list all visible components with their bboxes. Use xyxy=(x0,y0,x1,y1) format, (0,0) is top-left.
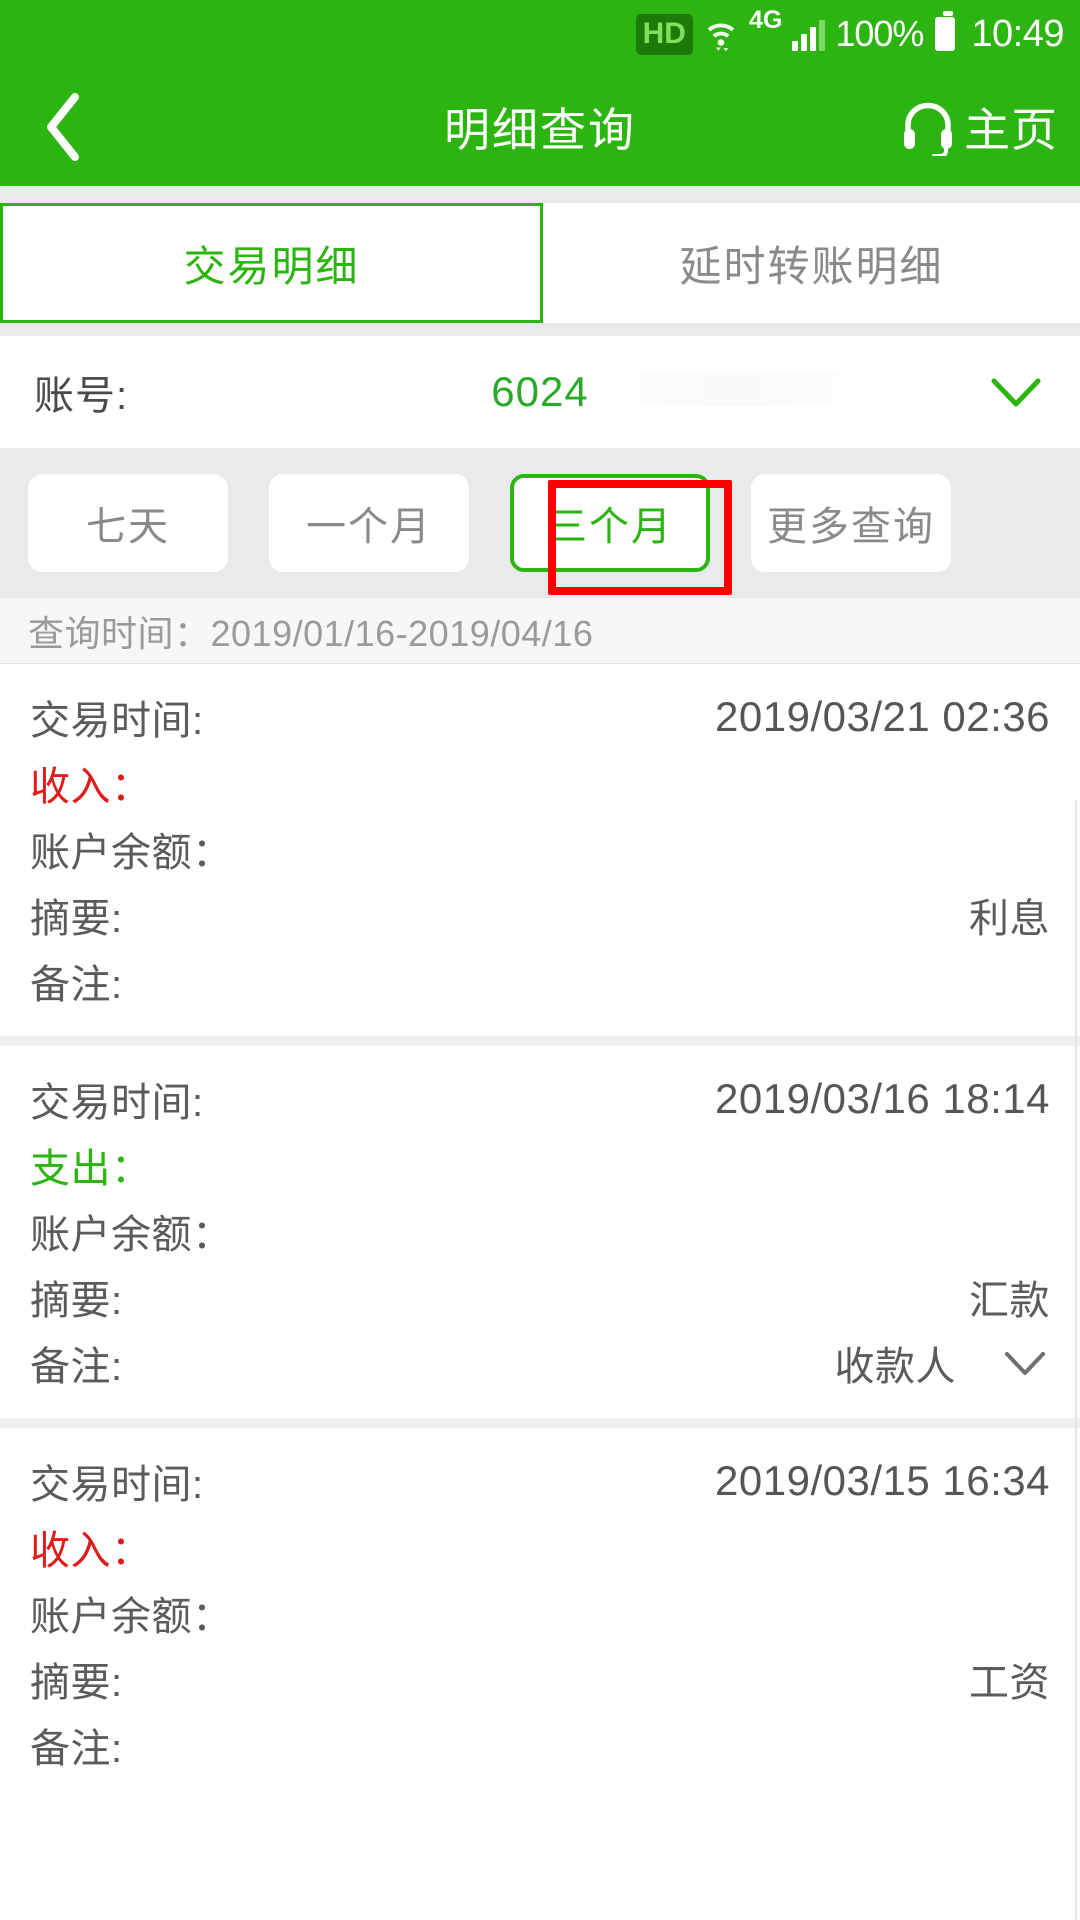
battery-icon xyxy=(935,11,956,51)
filter-button-more-query[interactable]: 更多查询 xyxy=(751,474,951,572)
transaction-time-value: 2019/03/16 18:14 xyxy=(715,1075,1050,1122)
transaction-summary-value: 汇款 xyxy=(969,1279,1050,1323)
transaction-time-row: 交易时间: 2019/03/16 18:14 xyxy=(30,1066,1050,1132)
transaction-note-expand[interactable]: 收款人 xyxy=(835,1334,1051,1392)
battery-percent-label: 100% xyxy=(835,13,924,54)
transaction-summary-value: 利息 xyxy=(969,897,1050,941)
back-chevron-icon xyxy=(47,93,79,161)
transaction-balance-row: 账户余额： xyxy=(30,816,1050,882)
tab-bar: 交易明细 延时转账明细 xyxy=(0,186,1080,336)
status-bar: HD 4G 100% 10:49 xyxy=(0,0,1080,68)
network-type-label: 4G xyxy=(748,6,783,34)
transaction-balance-row: 账户余额： xyxy=(30,1580,1050,1646)
transaction-time-row: 交易时间: 2019/03/15 16:34 xyxy=(30,1448,1050,1514)
app-header: 明细查询 主页 xyxy=(0,68,1080,186)
transaction-time-value: 2019/03/15 16:34 xyxy=(715,1457,1050,1504)
table-row[interactable]: 交易时间: 2019/03/16 18:14 支出： 账户余额： 摘要: 汇款 … xyxy=(0,1046,1080,1428)
back-button[interactable] xyxy=(0,68,130,186)
transaction-time-label: 交易时间: xyxy=(30,699,204,743)
table-row[interactable]: 交易时间: 2019/03/21 02:36 收入： 账户余额： 摘要: 利息 … xyxy=(0,664,1080,1046)
query-period-label: 查询时间：2019/01/16-2019/04/16 xyxy=(0,598,1080,664)
filter-button-seven-days[interactable]: 七天 xyxy=(28,474,228,572)
status-bar-clock: 10:49 xyxy=(971,12,1064,55)
transaction-note-label: 备注: xyxy=(30,1727,123,1771)
period-filter-bar: 七天 一个月 三个月 更多查询 xyxy=(0,448,1080,598)
transaction-note-label: 备注: xyxy=(30,963,123,1007)
chevron-down-icon[interactable] xyxy=(986,372,1046,412)
signal-bars-icon xyxy=(792,17,826,51)
transaction-amount-row: 收入： xyxy=(30,1514,1050,1580)
headset-icon xyxy=(904,102,952,156)
home-button[interactable]: 主页 xyxy=(900,68,1080,186)
filter-button-one-month[interactable]: 一个月 xyxy=(269,474,469,572)
account-number-value: 6024 xyxy=(491,368,589,415)
transaction-list: 交易时间: 2019/03/21 02:36 收入： 账户余额： 摘要: 利息 … xyxy=(0,664,1080,1800)
transaction-note-row: 备注: xyxy=(30,948,1050,1014)
table-row[interactable]: 交易时间: 2019/03/15 16:34 收入： 账户余额： 摘要: 工资 … xyxy=(0,1428,1080,1800)
transaction-summary-label: 摘要: xyxy=(30,1279,123,1323)
tab-delayed-transfer-details[interactable]: 延时转账明细 xyxy=(543,203,1080,323)
transaction-balance-row: 账户余额： xyxy=(30,1198,1050,1264)
list-right-edge-line xyxy=(1075,800,1077,1920)
transaction-time-row: 交易时间: 2019/03/21 02:36 xyxy=(30,684,1050,750)
transaction-note-value: 收款人 xyxy=(834,1345,956,1389)
account-masked-region xyxy=(640,372,840,406)
transaction-time-value: 2019/03/21 02:36 xyxy=(715,693,1050,740)
chevron-down-icon[interactable] xyxy=(1000,1346,1050,1380)
transaction-note-label: 备注: xyxy=(30,1345,123,1389)
wifi-icon xyxy=(703,14,739,54)
account-selector-row[interactable]: 账号: 6024 xyxy=(0,336,1080,448)
tab-transaction-details[interactable]: 交易明细 xyxy=(0,203,543,323)
transaction-amount-row: 支出： xyxy=(30,1132,1050,1198)
transaction-summary-label: 摘要: xyxy=(30,897,123,941)
transaction-summary-row: 摘要: 汇款 xyxy=(30,1264,1050,1330)
transaction-amount-row: 收入： xyxy=(30,750,1050,816)
transaction-summary-row: 摘要: 工资 xyxy=(30,1646,1050,1712)
transaction-summary-value: 工资 xyxy=(969,1661,1050,1705)
hd-icon: HD xyxy=(635,13,693,55)
transaction-time-label: 交易时间: xyxy=(30,1463,204,1507)
phone-screen: HD 4G 100% 10:49 明细查询 主页 交易明细 延时转账明细 账号:… xyxy=(0,0,1080,1920)
account-label: 账号: xyxy=(34,374,129,418)
transaction-direction-label: 支出： xyxy=(30,1147,152,1191)
transaction-direction-label: 收入： xyxy=(30,765,152,809)
transaction-note-row: 备注: xyxy=(30,1712,1050,1778)
transaction-summary-label: 摘要: xyxy=(30,1661,123,1705)
transaction-direction-label: 收入： xyxy=(30,1529,152,1573)
transaction-balance-label: 账户余额： xyxy=(30,831,233,875)
filter-button-three-months[interactable]: 三个月 xyxy=(510,474,710,572)
transaction-summary-row: 摘要: 利息 xyxy=(30,882,1050,948)
transaction-time-label: 交易时间: xyxy=(30,1081,204,1125)
transaction-balance-label: 账户余额： xyxy=(30,1213,233,1257)
home-button-label: 主页 xyxy=(964,104,1058,156)
transaction-balance-label: 账户余额： xyxy=(30,1595,233,1639)
transaction-note-row: 备注: 收款人 xyxy=(30,1330,1050,1396)
